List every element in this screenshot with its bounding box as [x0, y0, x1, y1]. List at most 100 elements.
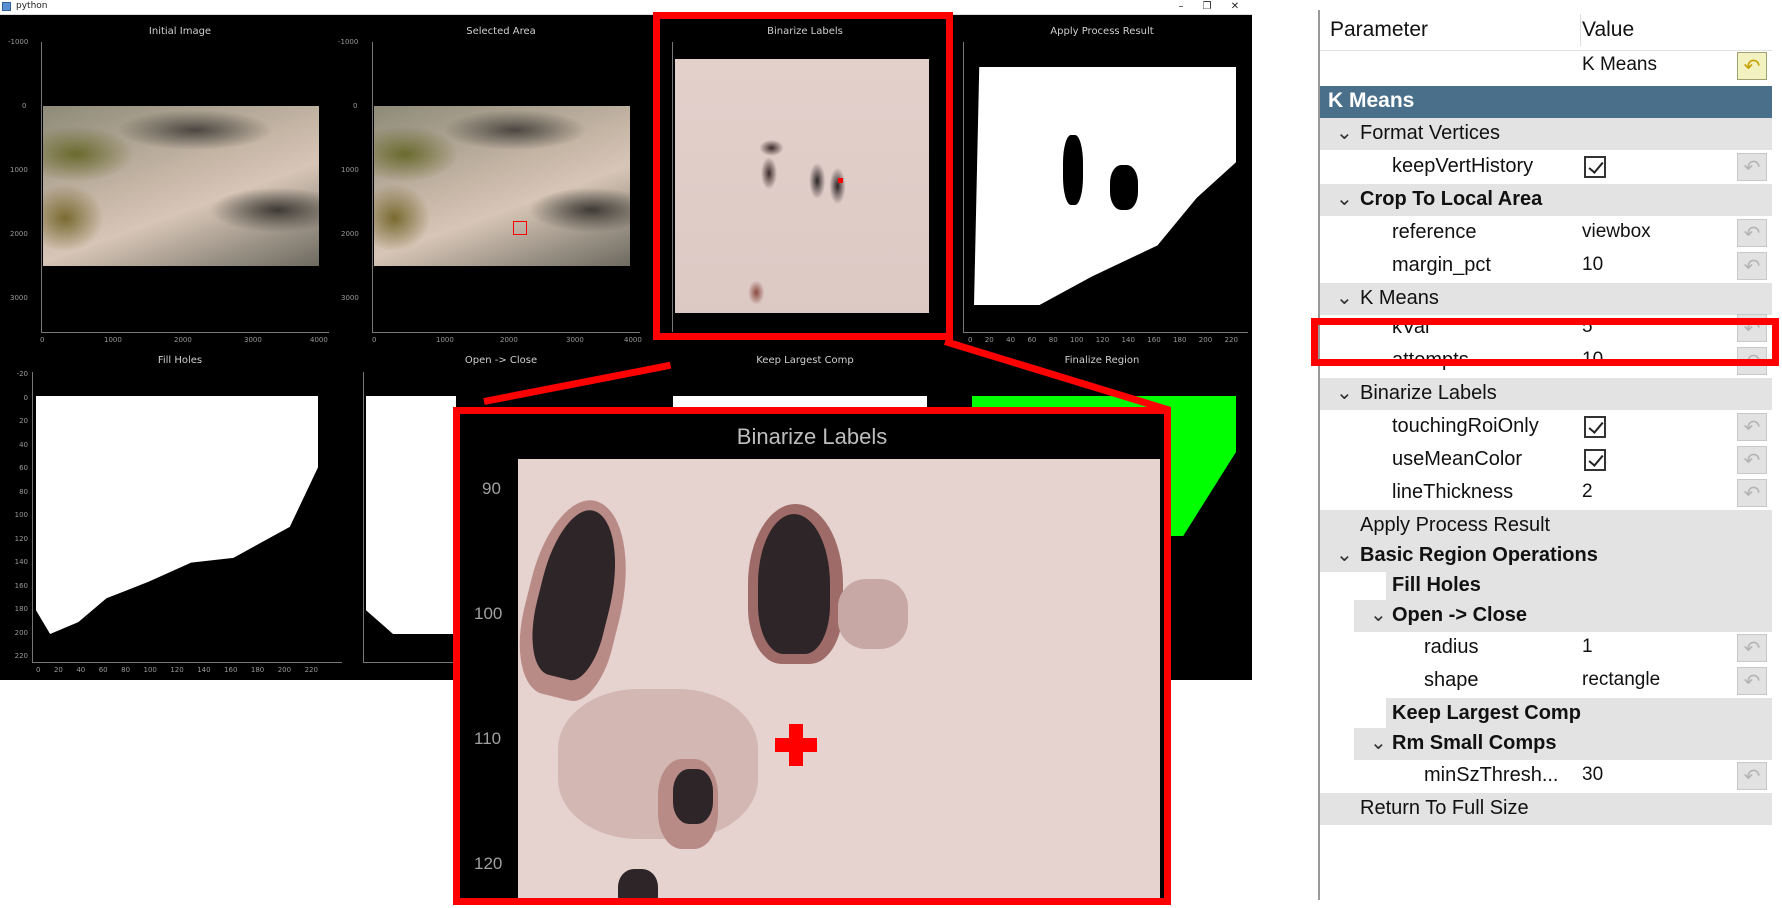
radius-value[interactable]: 1	[1582, 636, 1593, 658]
undo-icon[interactable]: ↶	[1737, 252, 1767, 280]
label-region	[838, 579, 908, 649]
y-axis-line	[963, 42, 964, 332]
group-open-close[interactable]: ⌄ Open -> Close	[1354, 600, 1772, 632]
selection-roi-box	[513, 221, 527, 235]
binarize-labels-highlight	[653, 12, 953, 340]
undo-icon[interactable]: ↶	[1737, 479, 1767, 507]
undo-icon[interactable]: ↶	[1737, 413, 1767, 441]
group-label: Fill Holes	[1392, 574, 1481, 596]
parameter-tree: Parameter Value K Means ↶ K Means ⌄ Form…	[1318, 10, 1772, 900]
kval-highlight	[1311, 318, 1779, 366]
mask-hole	[1110, 165, 1138, 210]
param-radius: radius 1 ↶	[1320, 632, 1772, 664]
category-k-means[interactable]: K Means	[1320, 86, 1772, 118]
group-label: Format Vertices	[1360, 122, 1501, 144]
selected-area-image	[374, 106, 630, 266]
group-fill-holes[interactable]: Fill Holes	[1386, 570, 1772, 602]
label-region	[618, 869, 658, 898]
undo-icon[interactable]: ↶	[1737, 446, 1767, 474]
group-label: Keep Largest Comp	[1392, 702, 1581, 724]
param-label: keepVertHistory	[1392, 155, 1534, 177]
margin-pct-value[interactable]: 10	[1582, 254, 1603, 276]
panel-title-selected-area: Selected Area	[466, 26, 536, 37]
window-title: python	[16, 1, 48, 11]
group-crop-to-local-area[interactable]: ⌄ Crop To Local Area	[1320, 184, 1772, 216]
group-keep-largest-comp[interactable]: Keep Largest Comp	[1386, 698, 1772, 730]
python-app-icon	[2, 2, 11, 11]
column-separator	[1580, 14, 1581, 46]
value-column-header: Value	[1582, 18, 1635, 41]
group-rm-small-comps[interactable]: ⌄ Rm Small Comps	[1354, 728, 1772, 760]
group-return-to-full-size[interactable]: Return To Full Size	[1320, 793, 1772, 825]
undo-icon[interactable]: ↶	[1737, 219, 1767, 247]
chevron-down-icon[interactable]: ⌄	[1370, 730, 1387, 754]
y-tick: 2000	[10, 230, 28, 238]
parameter-header: Parameter Value	[1320, 10, 1772, 51]
x-tick-row: 0 20 40 60 80 100 120 140 160 180 200 220	[36, 666, 318, 674]
group-label: Rm Small Comps	[1392, 732, 1557, 754]
y-axis-line	[363, 372, 364, 662]
group-binarize-labels[interactable]: ⌄ Binarize Labels	[1320, 378, 1772, 410]
panel-title-fill-holes: Fill Holes	[157, 355, 203, 366]
window-titlebar: python – ❐ ✕	[0, 0, 1252, 15]
group-format-vertices[interactable]: ⌄ Format Vertices	[1320, 118, 1772, 150]
chevron-down-icon[interactable]: ⌄	[1370, 602, 1387, 626]
param-label: minSzThresh...	[1424, 764, 1559, 786]
panel-title-apply-process-result: Apply Process Result	[1050, 26, 1154, 37]
undo-icon[interactable]: ↶	[1737, 153, 1767, 181]
param-minszthresh: minSzThresh... 30 ↶	[1320, 760, 1772, 792]
x-axis-line	[32, 662, 342, 663]
zoom-y-tick: 100	[474, 604, 503, 623]
checkbox-keepverthistory[interactable]	[1584, 156, 1606, 178]
group-k-means[interactable]: ⌄ K Means	[1320, 283, 1772, 315]
zoom-image	[518, 459, 1160, 898]
param-label: touchingRoiOnly	[1392, 415, 1539, 437]
chevron-down-icon[interactable]: ⌄	[1336, 186, 1353, 210]
group-label: Return To Full Size	[1360, 797, 1529, 819]
minszthresh-value[interactable]: 30	[1582, 764, 1603, 786]
group-label: Open -> Close	[1392, 604, 1528, 626]
undo-icon[interactable]: ↶	[1737, 667, 1767, 695]
group-label: Crop To Local Area	[1360, 188, 1543, 210]
parameter-column-header: Parameter	[1330, 18, 1429, 41]
param-reference: reference viewbox ↶	[1320, 217, 1772, 249]
x-tick: 1000	[436, 336, 454, 344]
param-keepverthistory: keepVertHistory ↶	[1320, 151, 1772, 183]
minimize-button[interactable]: –	[1168, 0, 1194, 14]
y-tick: 3000	[341, 294, 359, 302]
initial-image	[43, 106, 319, 266]
chevron-down-icon[interactable]: ⌄	[1336, 542, 1353, 566]
x-tick: 1000	[104, 336, 122, 344]
chevron-down-icon[interactable]: ⌄	[1336, 120, 1353, 144]
checkbox-touchingroionly[interactable]	[1584, 416, 1606, 438]
close-button[interactable]: ✕	[1222, 0, 1248, 14]
y-tick: 1000	[341, 166, 359, 174]
y-tick-column: -20 0 20 40 60 80 100 120 140 160 180 200 220	[14, 370, 28, 660]
param-margin-pct: margin_pct 10 ↶	[1320, 250, 1772, 282]
linethickness-value[interactable]: 2	[1582, 481, 1593, 503]
chevron-down-icon[interactable]: ⌄	[1336, 285, 1353, 309]
undo-icon[interactable]: ↶	[1737, 634, 1767, 662]
y-tick: 0	[22, 102, 27, 110]
param-usemeancolor: useMeanColor ↶	[1320, 444, 1772, 476]
undo-icon[interactable]: ↶	[1737, 52, 1767, 80]
checkbox-usemeancolor[interactable]	[1584, 449, 1606, 471]
group-apply-process-result[interactable]: Apply Process Result	[1320, 510, 1772, 542]
y-axis-line	[372, 42, 373, 332]
x-tick: 2000	[500, 336, 518, 344]
group-basic-region-operations[interactable]: ⌄ Basic Region Operations	[1320, 540, 1772, 572]
chevron-down-icon[interactable]: ⌄	[1336, 380, 1353, 404]
param-label: margin_pct	[1392, 254, 1491, 276]
reference-value[interactable]: viewbox	[1582, 221, 1651, 243]
panel-title-keep-largest-comp: Keep Largest Comp	[756, 355, 854, 366]
top-value: K Means	[1582, 54, 1657, 75]
param-label: reference	[1392, 221, 1477, 243]
maximize-button[interactable]: ❐	[1194, 0, 1220, 14]
y-tick: 1000	[10, 166, 28, 174]
x-tick: 2000	[174, 336, 192, 344]
group-label: Basic Region Operations	[1360, 544, 1598, 566]
shape-value[interactable]: rectangle	[1582, 669, 1660, 691]
category-label: K Means	[1328, 89, 1415, 112]
y-tick: 2000	[341, 230, 359, 238]
undo-icon[interactable]: ↶	[1737, 762, 1767, 790]
